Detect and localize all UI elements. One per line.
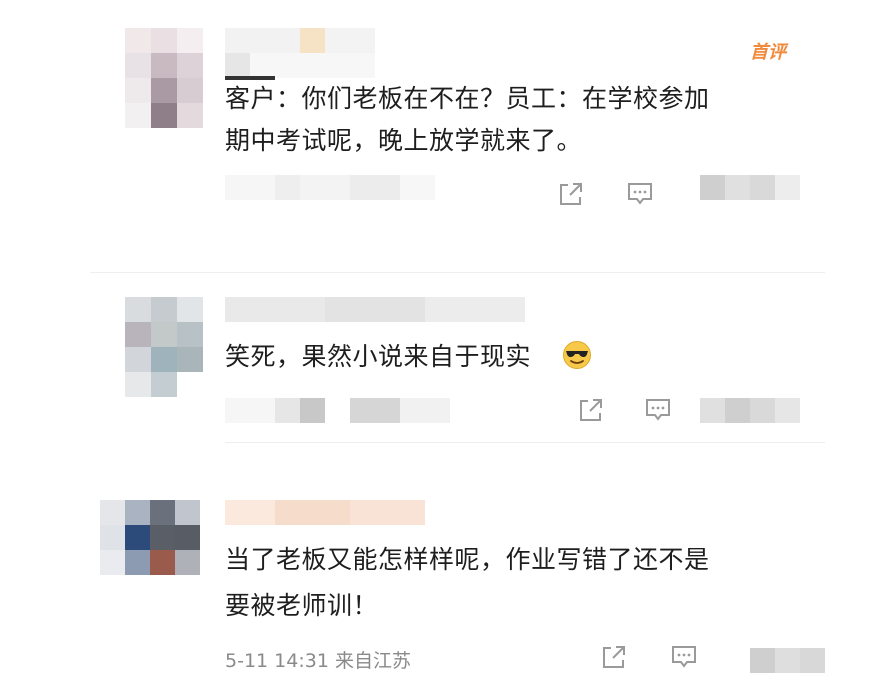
comment-text-line-2: 要被老师训！	[225, 591, 379, 620]
sunglasses-emoji	[563, 341, 591, 369]
username-blurred[interactable]	[225, 297, 525, 322]
timestamp-blurred	[225, 175, 435, 200]
divider	[225, 442, 825, 443]
reply-icon[interactable]	[670, 643, 698, 671]
comment-text-line-2: 期中考试呢，晚上放学就来了。	[225, 126, 583, 155]
username-blurred[interactable]	[225, 500, 425, 525]
divider	[90, 272, 825, 273]
username-blurred[interactable]	[225, 28, 375, 80]
share-icon[interactable]	[600, 643, 628, 671]
like-count-blurred[interactable]	[700, 398, 800, 423]
avatar[interactable]	[100, 500, 200, 575]
avatar[interactable]	[125, 28, 205, 128]
comment-timestamp: 5-11 14:31 来自江苏	[225, 650, 411, 672]
reply-icon[interactable]	[644, 396, 672, 424]
like-count-blurred[interactable]	[700, 175, 800, 200]
avatar[interactable]	[125, 297, 205, 397]
comment-text-line-1: 笑死，果然小说来自于现实	[225, 342, 532, 371]
share-icon[interactable]	[577, 396, 605, 424]
like-count-blurred[interactable]	[750, 648, 825, 673]
comment-text-line-1: 客户：你们老板在不在？员工：在学校参加	[225, 84, 710, 113]
share-icon[interactable]	[557, 180, 585, 208]
reply-icon[interactable]	[626, 180, 654, 208]
first-comment-badge: 首评	[750, 42, 786, 63]
comment-text-line-1: 当了老板又能怎样样呢，作业写错了还不是	[225, 545, 710, 574]
timestamp-blurred	[225, 398, 450, 423]
